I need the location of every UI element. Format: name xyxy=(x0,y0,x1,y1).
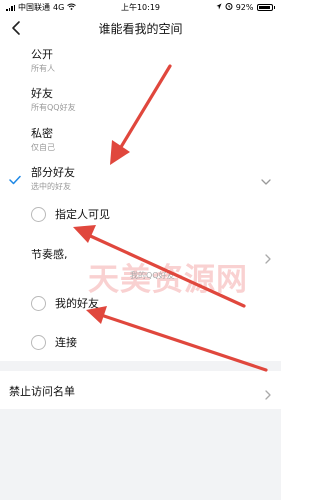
chevron-down-icon[interactable] xyxy=(261,171,271,185)
annotation-arrow-1 xyxy=(110,64,172,165)
radio-label: 我的好友 xyxy=(55,297,99,310)
option-public[interactable]: 公开 所有人 xyxy=(31,48,55,74)
option-friends[interactable]: 好友 所有QQ好友 xyxy=(31,87,76,113)
radio-label: 连接 xyxy=(55,336,77,349)
group-hint-text: 我的QQ好友 xyxy=(130,271,175,280)
radio-label: 指定人可见 xyxy=(55,208,110,221)
chevron-right-icon[interactable] xyxy=(264,385,272,400)
page-title: 谁能看我的空间 xyxy=(98,22,183,36)
radio-my-friends[interactable]: 我的好友 xyxy=(31,295,99,311)
option-sub: 所有人 xyxy=(31,64,55,73)
empty-background xyxy=(0,409,281,500)
radio-circle[interactable] xyxy=(31,334,46,350)
option-label: 好友 xyxy=(31,87,53,100)
option-sub: 选中的好友 xyxy=(31,182,71,191)
location-icon xyxy=(216,3,222,12)
alarm-icon xyxy=(225,2,233,12)
status-bar: 中国联通 4G 上午10:19 92% xyxy=(0,0,281,14)
radio-circle[interactable] xyxy=(31,206,46,222)
chevron-right-icon[interactable] xyxy=(264,249,272,264)
radio-circle[interactable] xyxy=(31,295,46,311)
blocked-list-label: 禁止访问名单 xyxy=(9,385,75,398)
nav-bar: 谁能看我的空间 xyxy=(0,16,281,40)
option-private[interactable]: 私密 仅自己 xyxy=(31,127,55,153)
option-label: 部分好友 xyxy=(31,166,75,179)
option-label: 公开 xyxy=(31,48,53,61)
battery-text: 92% xyxy=(235,2,254,12)
option-label: 私密 xyxy=(31,127,53,140)
option-partial-friends[interactable]: 部分好友 选中的好友 xyxy=(31,166,75,192)
option-sub: 仅自己 xyxy=(31,143,55,152)
status-right: 92% xyxy=(216,2,275,12)
check-icon xyxy=(9,170,21,185)
radio-connect[interactable]: 连接 xyxy=(31,334,77,350)
section-divider xyxy=(0,361,281,371)
battery-icon xyxy=(256,3,273,11)
radio-specified-people[interactable]: 指定人可见 xyxy=(31,206,110,222)
group-row-label[interactable]: 节奏感, xyxy=(31,246,68,262)
blocked-list-row[interactable]: 禁止访问名单 xyxy=(0,371,281,409)
option-sub: 所有QQ好友 xyxy=(31,103,76,112)
